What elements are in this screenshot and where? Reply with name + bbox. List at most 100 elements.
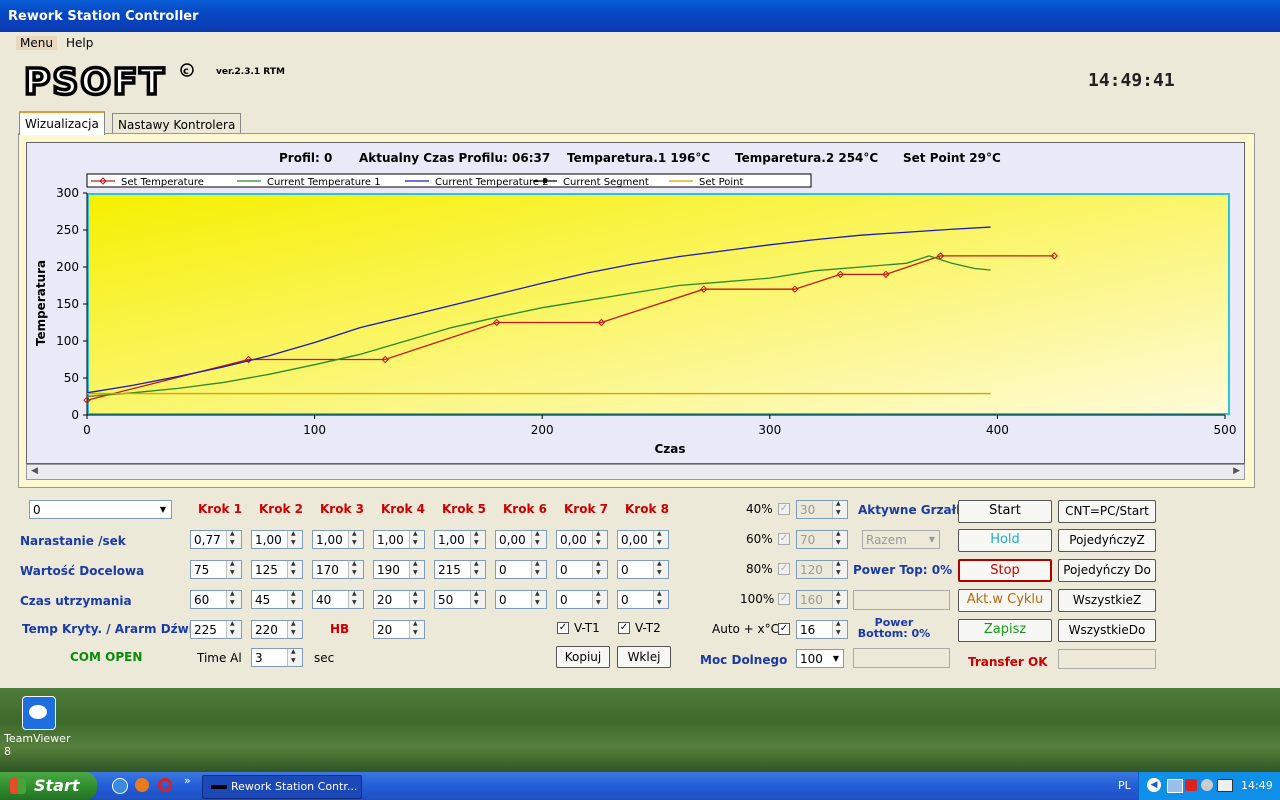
- step-2-row-2-input[interactable]: 125: [251, 560, 303, 579]
- firefox-icon[interactable]: [135, 778, 149, 792]
- power-level-value-1[interactable]: 30: [796, 500, 848, 519]
- title-bar[interactable]: Rework Station Controller: [0, 0, 1280, 32]
- step-1-row-3-input[interactable]: 60: [190, 590, 242, 609]
- moc-dolnego-select[interactable]: 100 ▼: [796, 649, 844, 668]
- power-level-checkbox-4[interactable]: ✓: [778, 593, 790, 605]
- power-level-value-4[interactable]: 160: [796, 590, 848, 609]
- alarm-value-2[interactable]: 220: [251, 620, 303, 639]
- tab-wizualizacja[interactable]: Wizualizacja: [19, 111, 105, 135]
- scroll-right-icon[interactable]: ▶: [1233, 466, 1240, 476]
- chevron-down-icon[interactable]: ▼: [155, 501, 171, 518]
- system-tray: ◀ 14:49: [1138, 772, 1280, 800]
- step-7-row-1-input[interactable]: 0,00: [556, 530, 608, 549]
- windows-logo-icon: [10, 778, 26, 794]
- razem-select[interactable]: Razem ▼: [862, 530, 940, 549]
- step-6-row-1-input[interactable]: 0,00: [495, 530, 547, 549]
- security-icon[interactable]: [1185, 779, 1197, 791]
- step-2-row-1-input[interactable]: 1,00: [251, 530, 303, 549]
- language-indicator[interactable]: PL: [1118, 779, 1131, 792]
- step-3-row-1-input[interactable]: 1,00: [312, 530, 364, 549]
- power-level-value-2[interactable]: 70: [796, 530, 848, 549]
- y-tick-label: 0: [71, 408, 79, 422]
- x-tick-label: 100: [303, 423, 326, 437]
- step-8-row-3-input[interactable]: 0: [617, 590, 669, 609]
- alarm-value-1[interactable]: 225: [190, 620, 242, 639]
- wklej-button[interactable]: Wklej: [617, 646, 671, 668]
- legend-label: Set Point: [699, 177, 744, 188]
- window-title: Rework Station Controller: [8, 9, 199, 24]
- menu-item-menu[interactable]: Menu: [16, 36, 57, 50]
- pojedynczy-z-button[interactable]: PojedyńczyZ: [1058, 529, 1156, 552]
- chart-horizontal-scrollbar[interactable]: ◀ ▶: [26, 464, 1245, 480]
- step-4-row-2-input[interactable]: 190: [373, 560, 425, 579]
- step-1-row-1-input[interactable]: 0,77: [190, 530, 242, 549]
- kopiuj-button[interactable]: Kopiuj: [556, 646, 610, 668]
- wartosc-docelowa-label: Wartość Docelowa: [20, 564, 145, 578]
- step-3-row-3-input[interactable]: 40: [312, 590, 364, 609]
- step-7-row-2-input[interactable]: 0: [556, 560, 608, 579]
- stop-button[interactable]: Stop: [958, 559, 1052, 582]
- profile-select[interactable]: 0 ▼: [29, 500, 172, 519]
- step-5-row-1-input[interactable]: 1,00: [434, 530, 486, 549]
- vt2-checkbox[interactable]: ✓: [618, 622, 630, 634]
- start-menu-button[interactable]: Start: [0, 772, 97, 800]
- teamviewer-desktop-icon[interactable]: TeamViewer 8: [4, 696, 78, 758]
- step-8-row-1-input[interactable]: 0,00: [617, 530, 669, 549]
- y-tick-label: 50: [64, 371, 79, 385]
- x-tick-label: 0: [83, 423, 91, 437]
- step-2-row-3-input[interactable]: 45: [251, 590, 303, 609]
- step-4-row-1-input[interactable]: 1,00: [373, 530, 425, 549]
- y-axis-label: Temperatura: [34, 260, 48, 346]
- ie-icon[interactable]: [112, 778, 128, 794]
- power-level-checkbox-3[interactable]: ✓: [778, 563, 790, 575]
- power-bottom-bar: [853, 648, 950, 668]
- legend-label: Current Segment: [563, 177, 649, 188]
- network-icon[interactable]: [1167, 779, 1183, 793]
- hb-value[interactable]: 20: [373, 620, 425, 639]
- desktop-background: TeamViewer 8: [0, 688, 1280, 772]
- taskbar-item-rework-station[interactable]: Rework Station Contr...: [202, 775, 362, 799]
- zapisz-button[interactable]: Zapisz: [958, 619, 1052, 642]
- pojedynczy-do-button[interactable]: Pojedyńczy Do: [1058, 559, 1156, 582]
- step-6-row-2-input[interactable]: 0: [495, 560, 547, 579]
- transfer-progress-box: [1058, 649, 1156, 669]
- start-button[interactable]: Start: [958, 500, 1052, 523]
- step-1-row-2-input[interactable]: 75: [190, 560, 242, 579]
- scroll-left-icon[interactable]: ◀: [31, 466, 38, 476]
- wszystkie-z-button[interactable]: WszystkieZ: [1058, 589, 1156, 612]
- power-level-checkbox-1[interactable]: ✓: [778, 503, 790, 515]
- time-al-value[interactable]: 3: [251, 648, 303, 667]
- cnt-pc-start-button[interactable]: CNT=PC/Start: [1058, 500, 1156, 523]
- chevron-down-icon[interactable]: ▼: [925, 531, 939, 548]
- hold-button[interactable]: Hold: [958, 529, 1052, 552]
- step-4-row-3-input[interactable]: 20: [373, 590, 425, 609]
- wszystkie-do-button[interactable]: WszystkieDo: [1058, 619, 1156, 642]
- quick-launch-more-icon[interactable]: »: [184, 774, 191, 787]
- monitor-icon[interactable]: [1217, 779, 1233, 792]
- step-3-row-2-input[interactable]: 170: [312, 560, 364, 579]
- akt-w-cyklu-button[interactable]: Akt.w Cyklu: [958, 589, 1052, 612]
- auto-checkbox[interactable]: ✓: [778, 623, 790, 635]
- menu-item-help[interactable]: Help: [62, 36, 97, 50]
- auto-value[interactable]: 16: [796, 620, 848, 639]
- step-8-row-2-input[interactable]: 0: [617, 560, 669, 579]
- svg-text:c: c: [183, 66, 189, 77]
- tray-clock[interactable]: 14:49: [1241, 779, 1273, 792]
- opera-icon[interactable]: [158, 778, 172, 792]
- power-level-checkbox-2[interactable]: ✓: [778, 533, 790, 545]
- vt1-checkbox[interactable]: ✓: [557, 622, 569, 634]
- chart-frame: Profil: 0 Aktualny Czas Profilu: 06:37 T…: [26, 142, 1245, 464]
- step-7-row-3-input[interactable]: 0: [556, 590, 608, 609]
- tab-nastawy-kontrolera[interactable]: Nastawy Kontrolera: [112, 113, 242, 133]
- tray-expand-icon[interactable]: ◀: [1147, 778, 1161, 792]
- app-window: Rework Station Controller Menu Help PSOF…: [0, 0, 1280, 688]
- step-5-row-2-input[interactable]: 215: [434, 560, 486, 579]
- chevron-down-icon[interactable]: ▼: [829, 650, 843, 667]
- hb-label: HB: [330, 622, 350, 636]
- step-6-row-3-input[interactable]: 0: [495, 590, 547, 609]
- y-tick-label: 250: [56, 223, 79, 237]
- step-5-row-3-input[interactable]: 50: [434, 590, 486, 609]
- power-level-label-1: 40%: [746, 502, 773, 516]
- volume-icon[interactable]: [1201, 779, 1213, 791]
- power-level-value-3[interactable]: 120: [796, 560, 848, 579]
